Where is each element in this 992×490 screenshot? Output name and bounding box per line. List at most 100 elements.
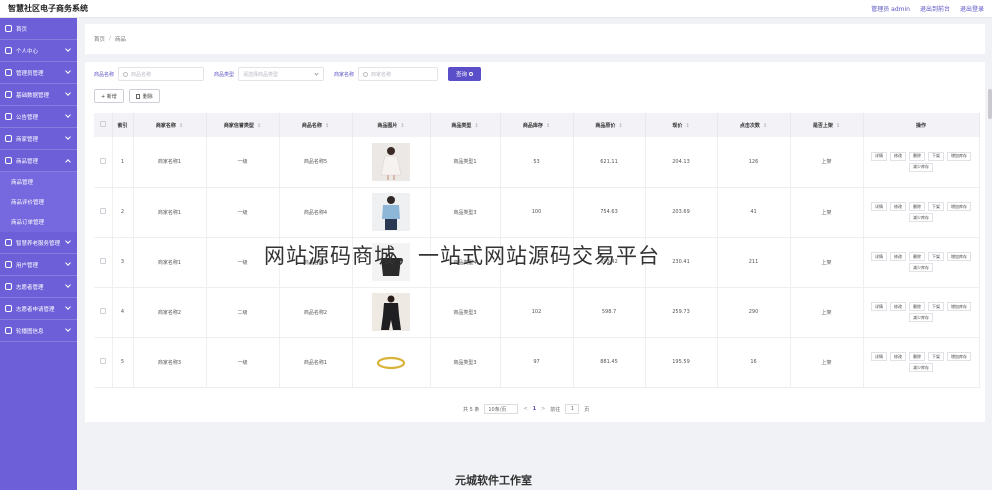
delete-button[interactable]: 删除 bbox=[128, 89, 160, 103]
product-image-shirt[interactable] bbox=[372, 193, 410, 231]
delete-row-button[interactable]: 删除 bbox=[909, 352, 925, 361]
detail-button[interactable]: 详情 bbox=[871, 151, 887, 161]
sidebar-item-0[interactable]: 首页 bbox=[0, 18, 77, 40]
sort-icon[interactable]: ↕ bbox=[179, 123, 183, 129]
edit-button[interactable]: 修改 bbox=[890, 252, 906, 261]
admin-link[interactable]: 管理员 admin bbox=[871, 4, 910, 13]
decrease-stock-button[interactable]: 减少库存 bbox=[909, 313, 933, 322]
delete-row-button[interactable]: 删除 bbox=[909, 252, 925, 261]
sidebar-item-9[interactable]: 志愿者管理 bbox=[0, 276, 77, 298]
unlist-button[interactable]: 下架 bbox=[928, 302, 944, 311]
column-header[interactable]: 是否上架 ↕ bbox=[790, 113, 864, 137]
column-header[interactable]: 点击次数 ↕ bbox=[717, 113, 791, 137]
column-header[interactable]: 商品图片 ↕ bbox=[352, 113, 431, 137]
page-number[interactable]: 1 bbox=[533, 406, 536, 412]
edit-button[interactable]: 修改 bbox=[890, 151, 906, 161]
edit-button[interactable]: 修改 bbox=[890, 202, 906, 211]
sort-icon[interactable]: ↕ bbox=[325, 123, 329, 129]
detail-button[interactable]: 详情 bbox=[871, 352, 887, 361]
sidebar-subitem-2[interactable]: 商品订单管理 bbox=[0, 212, 77, 232]
decrease-stock-button[interactable]: 减少库存 bbox=[909, 213, 933, 222]
table-row[interactable]: 5 商家名称3 一级 商品名称1 商品类型3 97 881.45 195.59 16 上架 详情 修改… bbox=[94, 337, 980, 388]
table-row[interactable]: 2 商家名称1 一级 商品名称4 商品类型3 100 754.63 203.69 41 上架 详情修… bbox=[94, 187, 980, 238]
column-header[interactable]: 商品名称 ↕ bbox=[279, 113, 353, 137]
row-select-cell[interactable] bbox=[94, 137, 113, 188]
prev-page-button[interactable]: < bbox=[523, 406, 527, 412]
increase-stock-button[interactable]: 增加库存 bbox=[947, 202, 971, 211]
table-row[interactable]: 4 商家名称2 二级 商品名称2 商品类型3 102 598.7 259.73 290 上架 详情修… bbox=[94, 287, 980, 338]
row-select-cell[interactable] bbox=[94, 287, 113, 338]
sidebar-item-4[interactable]: 公告管理 bbox=[0, 106, 77, 128]
sidebar-item-10[interactable]: 志愿者申请管理 bbox=[0, 298, 77, 320]
sort-icon[interactable]: ↕ bbox=[685, 123, 689, 129]
sort-icon[interactable]: ↕ bbox=[474, 123, 478, 129]
detail-button[interactable]: 详情 bbox=[871, 202, 887, 211]
product-image-suit[interactable] bbox=[372, 293, 410, 331]
sidebar-item-8[interactable]: 用户管理 bbox=[0, 254, 77, 276]
sidebar-item-3[interactable]: 基础数据管理 bbox=[0, 84, 77, 106]
sidebar-item-11[interactable]: 轮播图信息 bbox=[0, 320, 77, 342]
increase-stock-button[interactable]: 增加库存 bbox=[947, 252, 971, 261]
detail-button[interactable]: 详情 bbox=[871, 302, 887, 311]
detail-button[interactable]: 详情 bbox=[871, 252, 887, 261]
row-checkbox[interactable] bbox=[99, 308, 106, 314]
row-checkbox[interactable] bbox=[99, 157, 106, 164]
search-button[interactable]: 查询 bbox=[448, 67, 482, 81]
add-button[interactable]: + 新增 bbox=[94, 89, 124, 103]
sidebar-item-1[interactable]: 个人中心 bbox=[0, 40, 77, 62]
delete-row-button[interactable]: 删除 bbox=[909, 202, 925, 211]
sort-icon[interactable]: ↕ bbox=[618, 123, 622, 129]
column-header[interactable]: 商品原价 ↕ bbox=[573, 113, 646, 137]
row-checkbox[interactable] bbox=[99, 258, 106, 264]
column-header[interactable]: 商品类型 ↕ bbox=[430, 113, 501, 137]
next-page-button[interactable]: > bbox=[541, 406, 545, 412]
product-type-select[interactable]: 请选择商品类型 bbox=[238, 67, 325, 81]
unlist-button[interactable]: 下架 bbox=[928, 202, 944, 211]
increase-stock-button[interactable]: 增加库存 bbox=[947, 151, 971, 161]
column-header[interactable]: 索引 bbox=[112, 113, 134, 137]
increase-stock-button[interactable]: 增加库存 bbox=[947, 352, 971, 361]
sort-icon[interactable]: ↕ bbox=[400, 123, 404, 129]
unlist-button[interactable]: 下架 bbox=[928, 252, 944, 261]
sidebar-item-5[interactable]: 商家管理 bbox=[0, 128, 77, 150]
sort-icon[interactable]: ↕ bbox=[763, 123, 767, 129]
sidebar-subitem-1[interactable]: 商品评价管理 bbox=[0, 192, 77, 212]
sidebar-item-2[interactable]: 管理员管理 bbox=[0, 62, 77, 84]
decrease-stock-button[interactable]: 减少库存 bbox=[909, 263, 933, 272]
breadcrumb-home[interactable]: 首页 bbox=[94, 35, 105, 43]
decrease-stock-button[interactable]: 减少库存 bbox=[909, 363, 933, 372]
product-name-input[interactable]: 商品名称 bbox=[118, 67, 205, 81]
merchant-name-input[interactable]: 商家名称 bbox=[358, 67, 439, 81]
unlist-button[interactable]: 下架 bbox=[928, 151, 944, 161]
row-select-cell[interactable] bbox=[94, 187, 113, 238]
product-image-dress[interactable] bbox=[372, 142, 410, 181]
select-all-cell[interactable] bbox=[94, 113, 113, 137]
row-checkbox[interactable] bbox=[99, 208, 106, 214]
edit-button[interactable]: 修改 bbox=[890, 302, 906, 311]
sort-icon[interactable]: ↕ bbox=[257, 123, 261, 129]
sort-icon[interactable]: ↕ bbox=[546, 123, 550, 129]
column-header[interactable]: 商品库存 ↕ bbox=[500, 113, 574, 137]
column-header[interactable]: 操作 bbox=[863, 113, 980, 137]
delete-row-button[interactable]: 删除 bbox=[909, 302, 925, 311]
table-row[interactable]: 1 商家名称1 一级 商品名称5 商品类型1 53 621.11 204.13 126 上架 详情修… bbox=[94, 137, 980, 188]
sidebar-subitem-0[interactable]: 商品管理 bbox=[0, 172, 77, 192]
exit-front-link[interactable]: 退出到前台 bbox=[920, 4, 950, 13]
goto-page-input[interactable]: 1 bbox=[565, 404, 580, 414]
row-select-cell[interactable] bbox=[94, 337, 113, 388]
delete-row-button[interactable]: 删除 bbox=[909, 151, 925, 161]
page-size-select[interactable]: 10条/页 bbox=[484, 404, 519, 414]
column-header[interactable]: 商家名称 ↕ bbox=[133, 113, 207, 137]
edit-button[interactable]: 修改 bbox=[890, 352, 906, 361]
page-scrollbar[interactable] bbox=[988, 89, 992, 119]
sort-icon[interactable]: ↕ bbox=[836, 123, 840, 129]
sidebar-item-6[interactable]: 商品管理 bbox=[0, 150, 77, 172]
unlist-button[interactable]: 下架 bbox=[928, 352, 944, 361]
select-all-checkbox[interactable] bbox=[99, 121, 106, 127]
row-checkbox[interactable] bbox=[99, 358, 106, 364]
column-header[interactable]: 现价 ↕ bbox=[645, 113, 718, 137]
decrease-stock-button[interactable]: 减少库存 bbox=[909, 162, 933, 172]
sidebar-item-7[interactable]: 智慧养老服务管理 bbox=[0, 232, 77, 254]
row-select-cell[interactable] bbox=[94, 237, 113, 288]
column-header[interactable]: 商家信誉类型 ↕ bbox=[206, 113, 280, 137]
